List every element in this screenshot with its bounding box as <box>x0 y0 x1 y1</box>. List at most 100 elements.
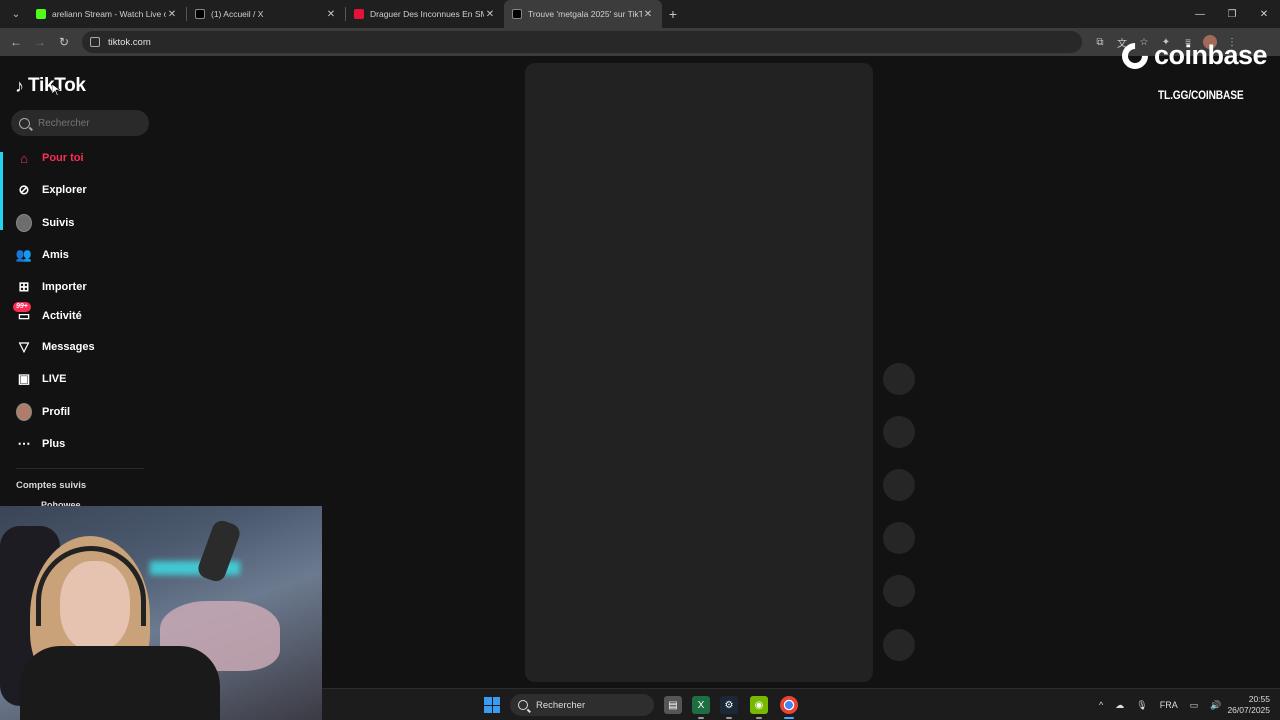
coinbase-logo: coinbase <box>1116 37 1268 74</box>
sidebar-divider <box>16 468 144 469</box>
nav-item-activite[interactable]: ▭ 99+ Activité <box>13 302 82 329</box>
screen: ⌄ areliann Stream - Watch Live on ✕ (1) … <box>0 0 1280 720</box>
nav-label: Profil <box>42 406 71 418</box>
nav-item-suivis[interactable]: Suivis <box>16 210 74 236</box>
music-button-placeholder[interactable] <box>883 629 915 661</box>
search-input[interactable] <box>38 117 138 129</box>
maximize-icon[interactable]: ❐ <box>1216 0 1248 28</box>
nav-label: Activité <box>42 310 82 322</box>
file-explorer-icon[interactable]: ▤ <box>664 696 682 714</box>
clock[interactable]: 20:55 26/07/2025 <box>1227 694 1270 716</box>
close-tab-icon[interactable]: ✕ <box>642 9 654 20</box>
inbox-icon: ▭ 99+ <box>13 302 32 324</box>
nav-item-amis[interactable]: 👥 Amis <box>16 242 69 268</box>
kick-favicon-icon <box>36 9 46 19</box>
mouse-pointer-icon <box>52 84 60 96</box>
browser-tab-active[interactable]: Trouve 'metgala 2025' sur TikTo ✕ <box>504 0 662 28</box>
steam-icon[interactable]: ⚙ <box>720 696 738 719</box>
compass-icon: ⊘ <box>18 182 30 197</box>
search-bar[interactable] <box>11 110 149 136</box>
nav-label: Messages <box>42 341 95 353</box>
search-icon <box>518 700 528 710</box>
nav-label: Pour toi <box>42 152 84 164</box>
action-button-placeholder[interactable] <box>883 575 915 607</box>
system-tray: ^ ☁ 🎙 FRA ▭ 🔊 20:55 26/07/2025 <box>1093 689 1280 720</box>
like-button-placeholder[interactable] <box>883 363 915 395</box>
back-icon[interactable]: ← <box>4 30 28 54</box>
clock-date: 26/07/2025 <box>1227 705 1270 715</box>
windows-taskbar: Rechercher ▤ X ⚙ ◉ ^ ☁ 🎙 FRA ▭ 🔊 20:55 2… <box>322 688 1280 720</box>
volume-icon[interactable]: 🔊 <box>1210 700 1221 711</box>
running-indicator <box>784 717 794 719</box>
new-tab-icon[interactable]: + <box>662 6 684 22</box>
tab-search-chevron-icon[interactable]: ⌄ <box>4 4 28 24</box>
running-indicator <box>726 717 732 719</box>
chrome-icon[interactable] <box>780 696 798 719</box>
close-window-icon[interactable]: ✕ <box>1248 0 1280 28</box>
share-button-placeholder[interactable] <box>883 522 915 554</box>
minimize-icon[interactable]: — <box>1184 0 1216 28</box>
coinbase-c-icon <box>1116 37 1154 74</box>
close-tab-icon[interactable]: ✕ <box>484 9 496 20</box>
browser-tab[interactable]: Draguer Des Inconnues En SM ✕ <box>346 0 504 28</box>
reload-icon[interactable]: ↻ <box>52 30 76 54</box>
running-indicator <box>698 717 704 719</box>
video-player-placeholder[interactable] <box>525 63 873 682</box>
avatar <box>16 403 32 421</box>
browser-tab-strip: ⌄ areliann Stream - Watch Live on ✕ (1) … <box>0 0 1280 28</box>
cloud-icon[interactable]: ☁ <box>1115 700 1124 711</box>
send-icon: ▽ <box>19 339 29 354</box>
browser-tab[interactable]: areliann Stream - Watch Live on ✕ <box>28 0 186 28</box>
bookmark-button-placeholder[interactable] <box>883 469 915 501</box>
nav-label: Plus <box>42 438 66 450</box>
nav-item-explorer[interactable]: ⊘ Explorer <box>16 177 87 203</box>
tab-title: (1) Accueil / X <box>211 9 264 19</box>
coinbase-wordmark: coinbase <box>1153 40 1268 70</box>
tray-overflow-icon[interactable]: ^ <box>1099 700 1103 710</box>
notification-badge: 99+ <box>13 302 31 312</box>
home-icon: ⌂ <box>20 150 28 166</box>
avatar-icon <box>16 214 32 232</box>
profile-avatar-icon <box>16 403 32 421</box>
nav-item-pour-toi[interactable]: ⌂ Pour toi <box>16 145 84 171</box>
network-icon[interactable]: ▭ <box>1190 700 1199 711</box>
comment-button-placeholder[interactable] <box>883 416 915 448</box>
more-icon: ⋯ <box>17 436 31 451</box>
nvidia-icon[interactable]: ◉ <box>750 696 768 719</box>
excel-icon[interactable]: X <box>692 696 710 719</box>
x-favicon-icon <box>195 9 205 19</box>
taskbar-search[interactable]: Rechercher <box>510 694 654 716</box>
friends-icon: 👥 <box>15 247 33 262</box>
taskbar-search-label: Rechercher <box>536 699 586 711</box>
language-indicator[interactable]: FRA <box>1160 700 1178 710</box>
nav-label: Amis <box>42 249 69 261</box>
search-icon <box>19 117 30 129</box>
site-info-icon[interactable] <box>90 37 100 47</box>
nav-item-messages[interactable]: ▽ Messages <box>16 334 95 360</box>
browser-tab[interactable]: (1) Accueil / X ✕ <box>187 0 345 28</box>
close-tab-icon[interactable]: ✕ <box>325 9 337 20</box>
windows-start-icon[interactable] <box>484 697 500 713</box>
youtube-favicon-icon <box>354 9 364 19</box>
tab-title: areliann Stream - Watch Live on <box>52 9 166 19</box>
tiktok-favicon-icon <box>512 9 522 19</box>
upload-icon: ⊞ <box>18 279 30 294</box>
forward-icon[interactable]: → <box>28 30 52 54</box>
address-bar[interactable]: tiktok.com <box>82 31 1082 53</box>
nav-label: LIVE <box>42 373 67 385</box>
nav-item-importer[interactable]: ⊞ Importer <box>16 274 87 300</box>
nav-item-live[interactable]: ▣ LIVE <box>16 366 67 392</box>
running-indicator <box>756 717 762 719</box>
nav-item-profil[interactable]: Profil <box>16 399 70 425</box>
nav-item-plus[interactable]: ⋯ Plus <box>16 431 66 457</box>
streamer-webcam <box>0 506 322 720</box>
install-app-icon[interactable]: ⧉ <box>1092 34 1108 50</box>
avatar <box>16 214 32 232</box>
close-tab-icon[interactable]: ✕ <box>166 9 178 20</box>
tiktok-logo[interactable]: ♪ TikTok <box>15 75 86 97</box>
nav-label: Explorer <box>42 184 87 196</box>
browser-toolbar: ← → ↻ tiktok.com ⧉ 文 ☆ ✦ ≡ ⋮ <box>0 28 1280 56</box>
webcam-person-shirt <box>20 646 220 720</box>
window-controls: — ❐ ✕ <box>1184 0 1280 28</box>
microphone-icon[interactable]: 🎙 <box>1136 700 1147 711</box>
